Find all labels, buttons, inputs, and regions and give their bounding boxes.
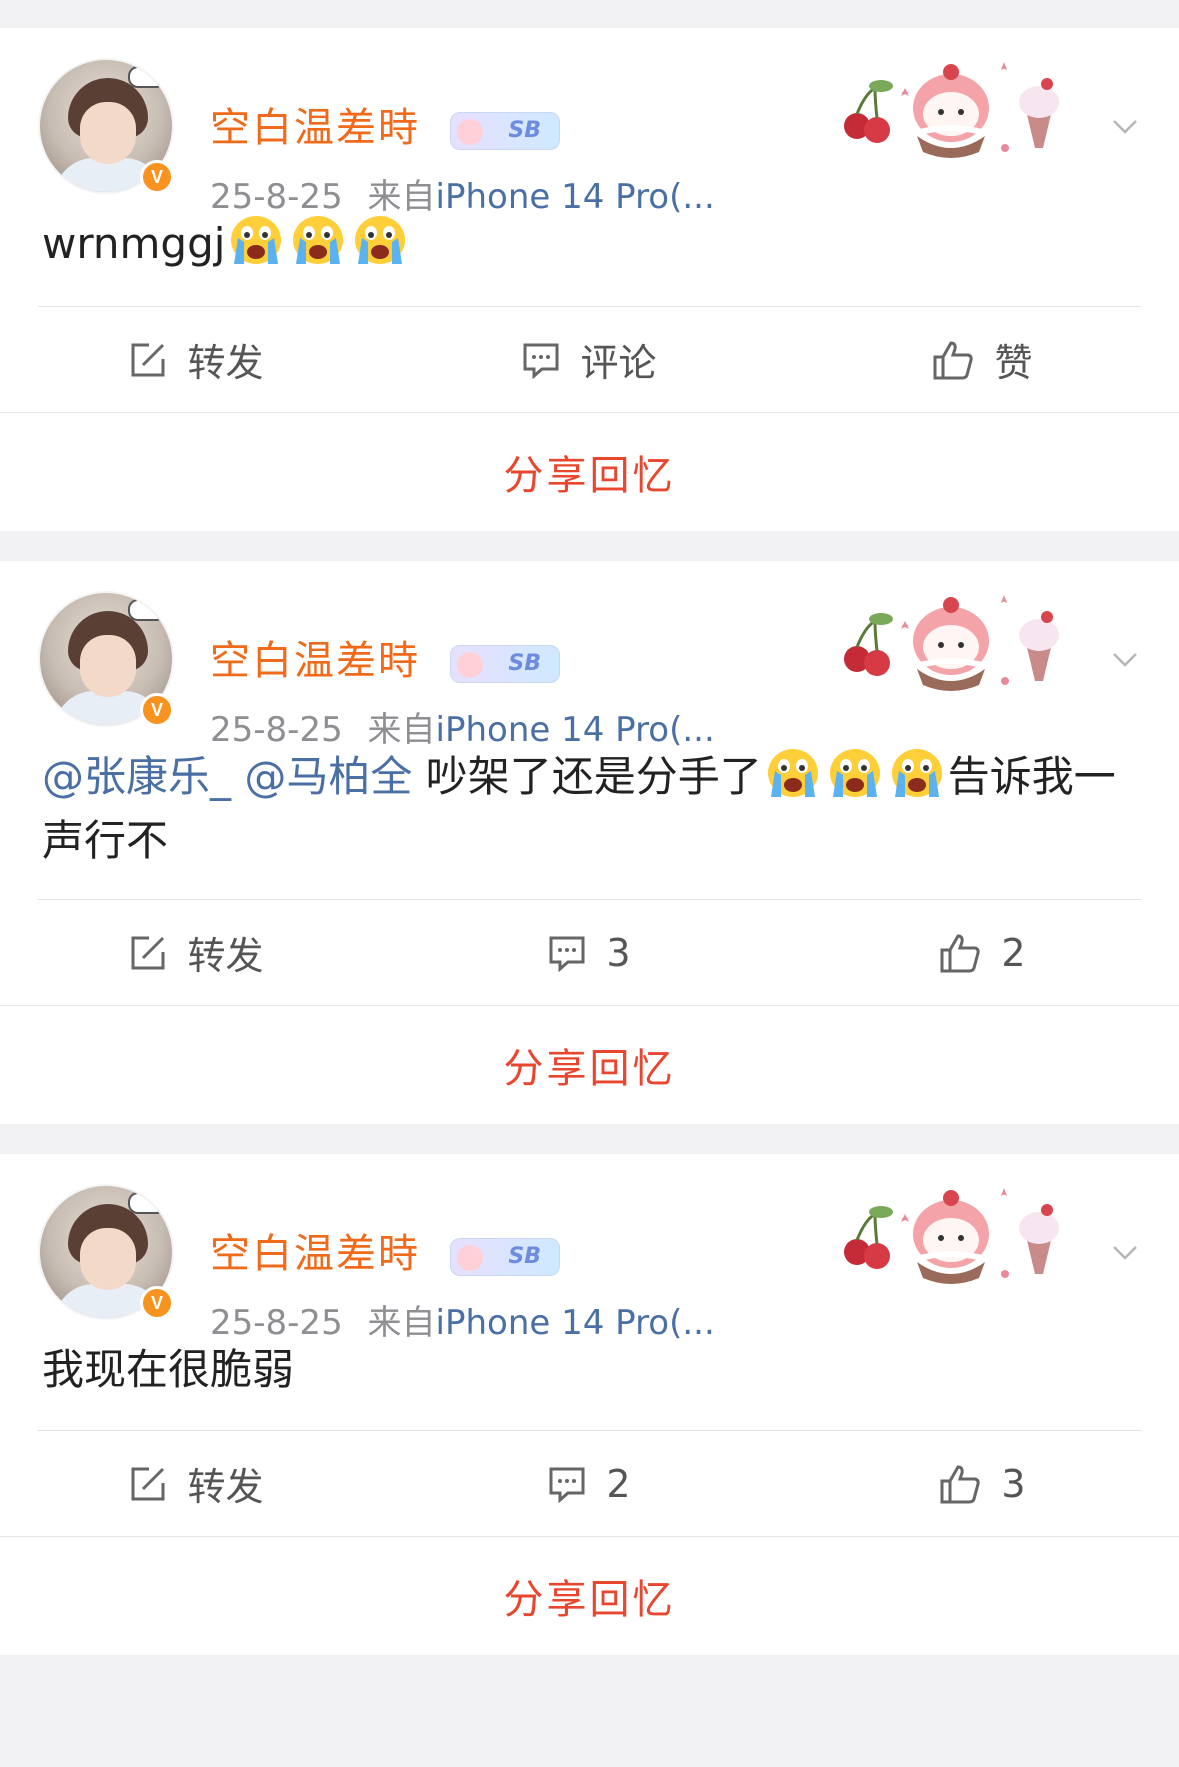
post-source[interactable]: iPhone 14 Pro(... <box>436 1303 715 1343</box>
from-label: 来自 <box>367 710 436 750</box>
member-badge[interactable]: SB <box>450 112 560 150</box>
action-bar: 转发 3 2 <box>0 900 1179 1006</box>
post-source[interactable]: iPhone 14 Pro(... <box>436 710 715 750</box>
post-date: 25-8-25 <box>210 710 343 750</box>
crying-emoji-icon <box>355 216 406 264</box>
card-decoration-icon <box>844 62 1059 158</box>
post-content: wrnmggj <box>0 206 1179 306</box>
post-text: 吵架了还是分手了 <box>425 752 762 801</box>
post-date: 25-8-25 <box>210 1303 343 1343</box>
share-memory-button[interactable]: 分享回忆 <box>0 1537 1179 1655</box>
verified-icon: V <box>140 1286 174 1320</box>
chevron-down-icon[interactable] <box>1111 645 1139 673</box>
member-badge[interactable]: SB <box>450 1238 560 1276</box>
post-content: @张康乐_ @马柏全 吵架了还是分手了 告诉我一声行不 <box>0 739 1179 899</box>
repost-icon <box>131 343 165 376</box>
post-text: 我现在很脆弱 <box>42 1345 295 1394</box>
post-spacer <box>0 531 1179 561</box>
verified-icon: V <box>140 160 174 194</box>
like-button[interactable]: 赞 <box>786 332 1179 387</box>
mention-link[interactable]: @马柏全 <box>244 752 412 801</box>
post-meta: 25-8-25 来自iPhone 14 Pro(... <box>210 1306 715 1340</box>
chevron-down-icon[interactable] <box>1111 112 1139 140</box>
crying-emoji-icon <box>829 749 880 797</box>
comment-icon <box>523 343 559 379</box>
post-spacer <box>0 1124 1179 1154</box>
bow-decoration <box>128 599 166 621</box>
crying-emoji-icon <box>767 749 818 797</box>
repost-icon <box>131 1467 165 1500</box>
top-spacer <box>0 0 1179 28</box>
member-badge[interactable]: SB <box>450 645 560 683</box>
repost-icon <box>131 936 165 969</box>
verified-icon: V <box>140 693 174 727</box>
thumbs-up-icon <box>940 933 981 972</box>
crying-emoji-icon <box>293 216 344 264</box>
post-meta: 25-8-25 来自iPhone 14 Pro(... <box>210 713 715 747</box>
username[interactable]: 空白温差時 <box>210 1234 420 1274</box>
from-label: 来自 <box>367 1303 436 1343</box>
avatar[interactable]: V <box>38 591 178 731</box>
comment-button[interactable]: 2 <box>393 1462 786 1506</box>
weibo-feed: V 空白温差時 SB 25-8-25 来自iPhone 14 Pro(... w… <box>0 0 1179 1655</box>
action-bar: 转发 评论 赞 <box>0 307 1179 413</box>
post-card[interactable]: V 空白温差時 SB 25-8-25 来自iPhone 14 Pro(... <box>0 1154 1179 1655</box>
post-date: 25-8-25 <box>210 177 343 217</box>
post-content: 我现在很脆弱 <box>0 1332 1179 1430</box>
username[interactable]: 空白温差時 <box>210 108 420 148</box>
action-bar: 转发 2 3 <box>0 1431 1179 1537</box>
like-button[interactable]: 3 <box>786 1462 1179 1506</box>
mention-link[interactable]: @张康乐_ <box>42 752 231 801</box>
post-text: wrnmggj <box>42 219 226 268</box>
repost-button[interactable]: 转发 <box>0 1456 393 1511</box>
comment-button[interactable]: 评论 <box>393 332 786 387</box>
card-decoration-icon <box>844 1188 1059 1284</box>
avatar[interactable]: V <box>38 1184 178 1324</box>
share-memory-button[interactable]: 分享回忆 <box>0 1006 1179 1124</box>
comment-icon <box>549 936 585 972</box>
repost-button[interactable]: 转发 <box>0 925 393 980</box>
post-card[interactable]: V 空白温差時 SB 25-8-25 来自iPhone 14 Pro(... <box>0 28 1179 531</box>
from-label: 来自 <box>367 177 436 217</box>
post-header: V 空白温差時 SB 25-8-25 来自iPhone 14 Pro(... <box>0 28 1179 214</box>
bow-decoration <box>128 1192 166 1214</box>
card-decoration-icon <box>844 595 1059 691</box>
avatar[interactable]: V <box>38 58 178 198</box>
post-card[interactable]: V 空白温差時 SB 25-8-25 来自iPhone 14 Pro(... <box>0 561 1179 1124</box>
crying-emoji-icon <box>231 216 282 264</box>
post-meta: 25-8-25 来自iPhone 14 Pro(... <box>210 180 715 214</box>
comment-icon <box>549 1467 585 1503</box>
comment-button[interactable]: 3 <box>393 931 786 975</box>
share-memory-button[interactable]: 分享回忆 <box>0 413 1179 531</box>
username[interactable]: 空白温差時 <box>210 641 420 681</box>
chevron-down-icon[interactable] <box>1111 1238 1139 1266</box>
like-button[interactable]: 2 <box>786 931 1179 975</box>
bow-decoration <box>128 66 166 88</box>
repost-button[interactable]: 转发 <box>0 332 393 387</box>
post-source[interactable]: iPhone 14 Pro(... <box>436 177 715 217</box>
thumbs-up-icon <box>940 1464 981 1503</box>
post-header: V 空白温差時 SB 25-8-25 来自iPhone 14 Pro(... <box>0 561 1179 747</box>
thumbs-up-icon <box>933 340 974 379</box>
post-header: V 空白温差時 SB 25-8-25 来自iPhone 14 Pro(... <box>0 1154 1179 1340</box>
crying-emoji-icon <box>891 749 942 797</box>
